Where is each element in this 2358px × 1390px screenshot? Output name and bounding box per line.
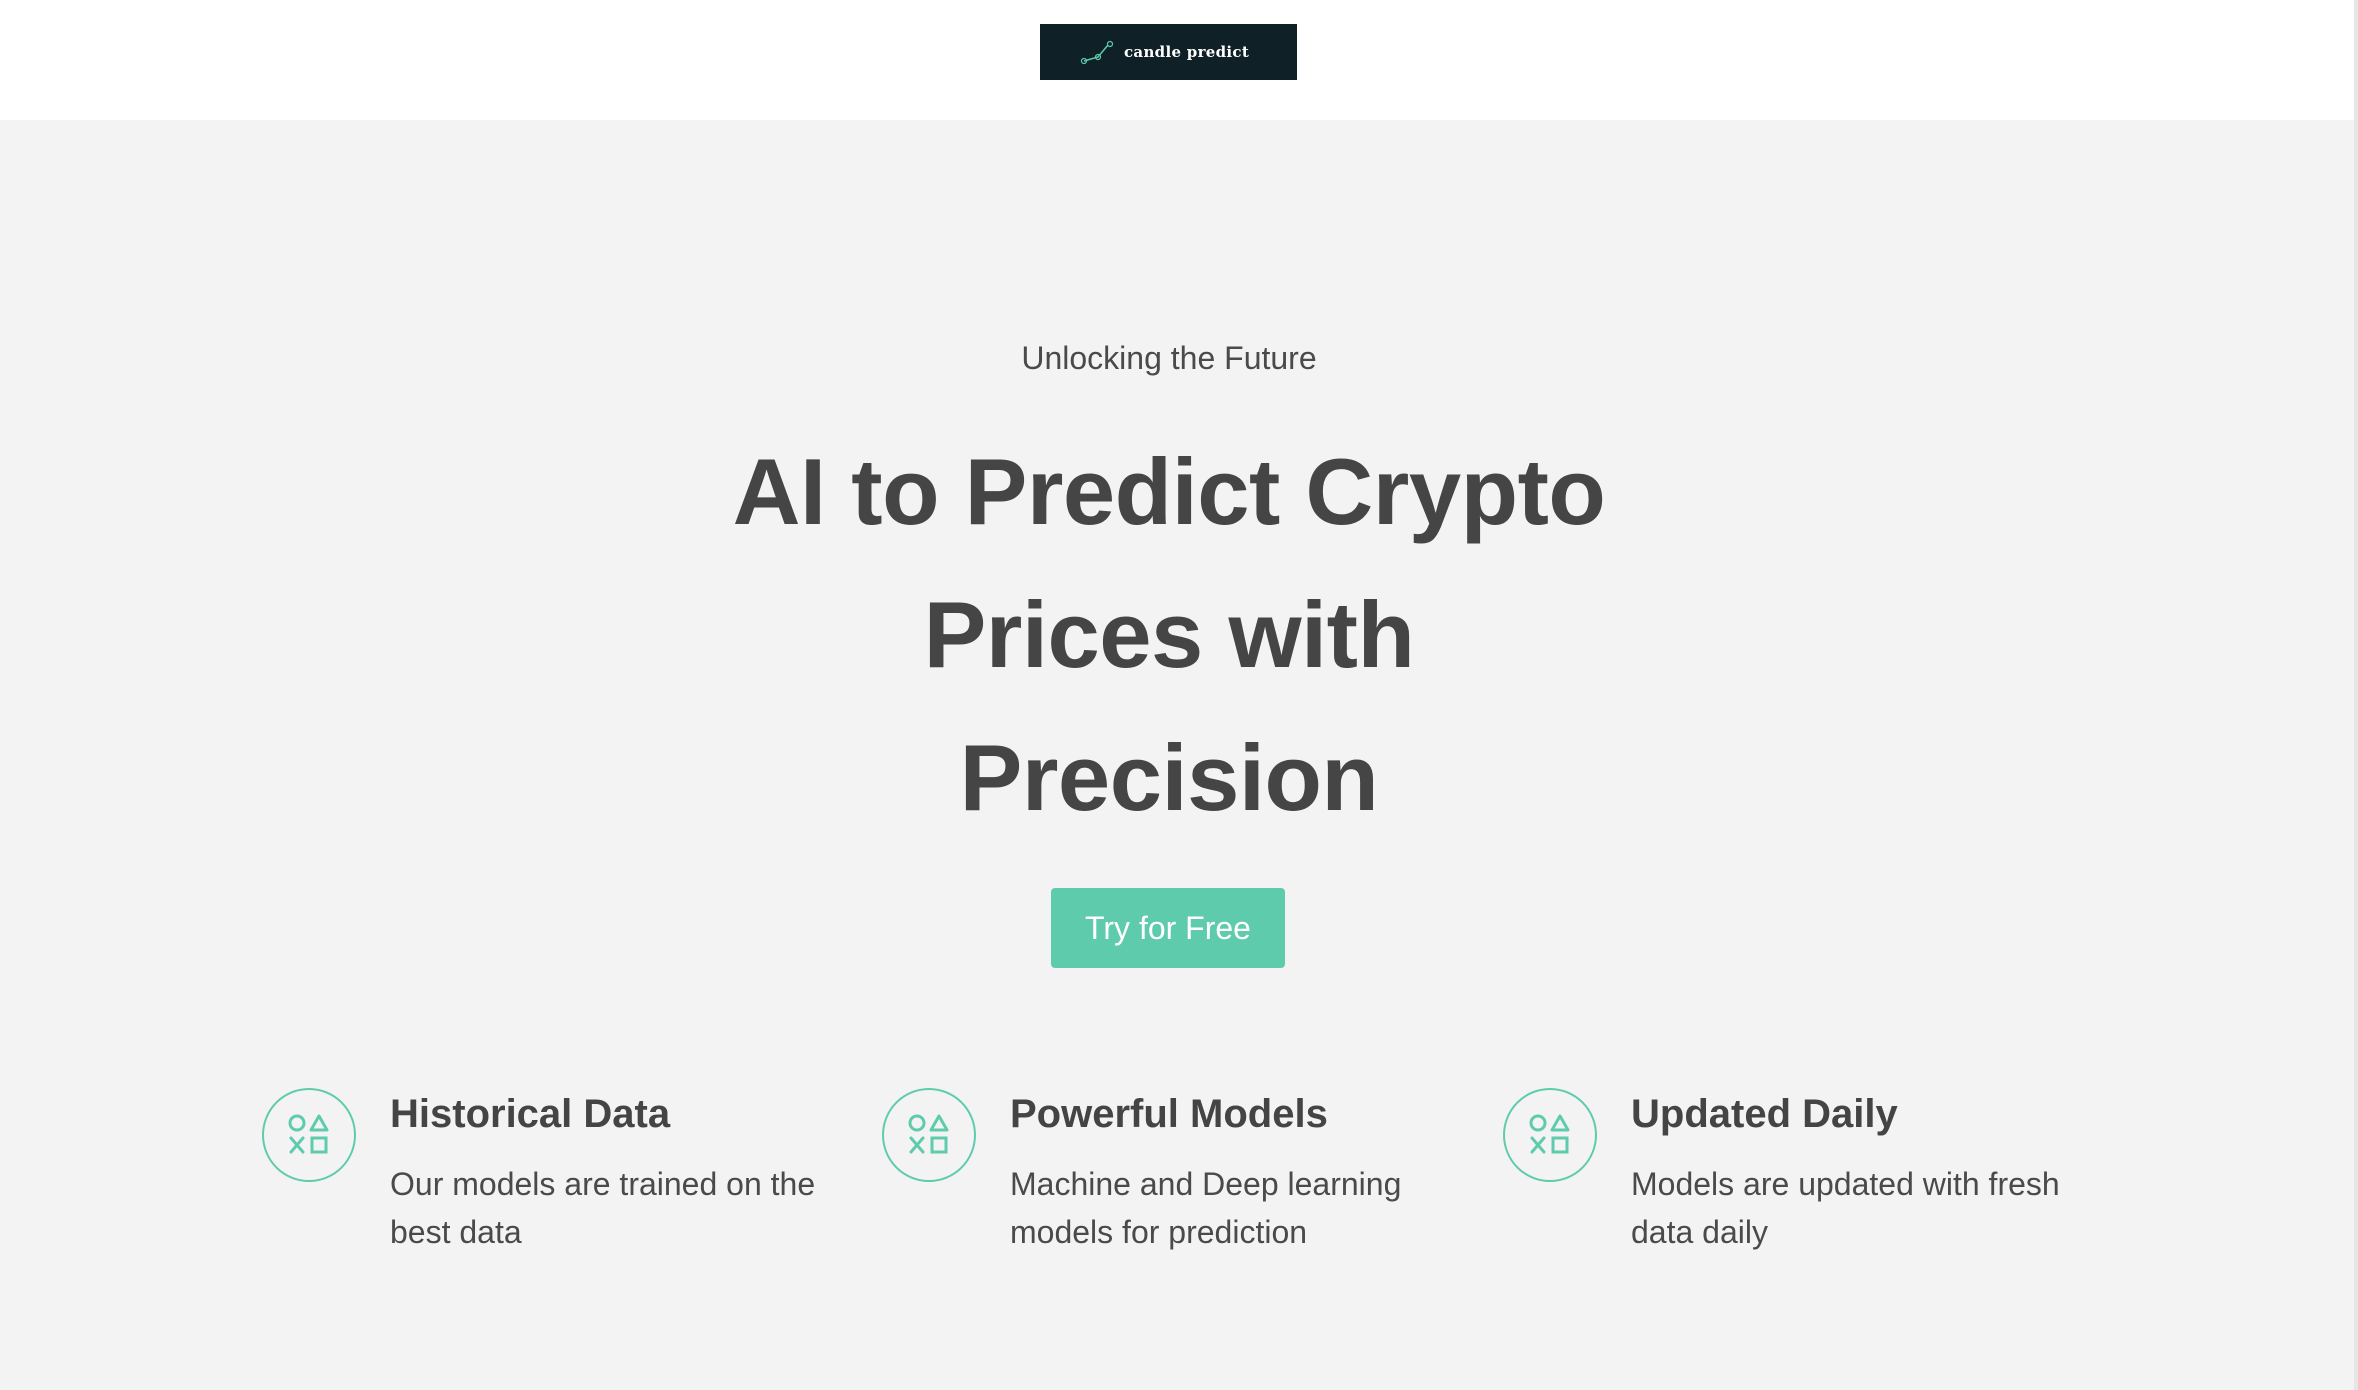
feature-description-line-1: Models are updated with fresh: [1631, 1166, 2060, 1202]
feature-historical-data: Historical Data Our models are trained o…: [262, 1088, 862, 1268]
site-header: candle predict: [0, 0, 2358, 120]
scrollbar[interactable]: [2354, 0, 2358, 1390]
feature-description: Our models are trained on the best data: [390, 1160, 850, 1256]
feature-description-line-1: Our models are trained on the: [390, 1166, 816, 1202]
hero-headline-line-1: AI to Predict Crypto: [732, 439, 1606, 544]
feature-updated-daily: Updated Daily Models are updated with fr…: [1503, 1088, 2103, 1268]
chart-line-icon: [1080, 40, 1114, 65]
shapes-icon: [262, 1088, 356, 1182]
feature-description-line-1: Machine and Deep learning: [1010, 1166, 1402, 1202]
hero-headline: AI to Predict Crypto Prices with Precisi…: [0, 420, 2338, 849]
hero-headline-line-3: Precision: [959, 725, 1379, 830]
logo-text: candle predict: [1124, 43, 1250, 61]
logo[interactable]: candle predict: [1040, 24, 1297, 80]
feature-description-line-2: best data: [390, 1214, 522, 1250]
feature-title: Updated Daily: [1631, 1092, 1898, 1136]
feature-powerful-models: Powerful Models Machine and Deep learnin…: [882, 1088, 1482, 1268]
feature-description-line-2: models for prediction: [1010, 1214, 1308, 1250]
try-for-free-button[interactable]: Try for Free: [1051, 888, 1285, 968]
shapes-icon: [1503, 1088, 1597, 1182]
feature-description-line-2: data daily: [1631, 1214, 1768, 1250]
feature-description: Models are updated with fresh data daily: [1631, 1160, 2091, 1256]
feature-title: Historical Data: [390, 1092, 671, 1136]
hero-headline-line-2: Prices with: [923, 582, 1415, 687]
feature-title: Powerful Models: [1010, 1092, 1328, 1136]
shapes-icon: [882, 1088, 976, 1182]
feature-description: Machine and Deep learning models for pre…: [1010, 1160, 1470, 1256]
hero-eyebrow: Unlocking the Future: [1021, 340, 1317, 376]
